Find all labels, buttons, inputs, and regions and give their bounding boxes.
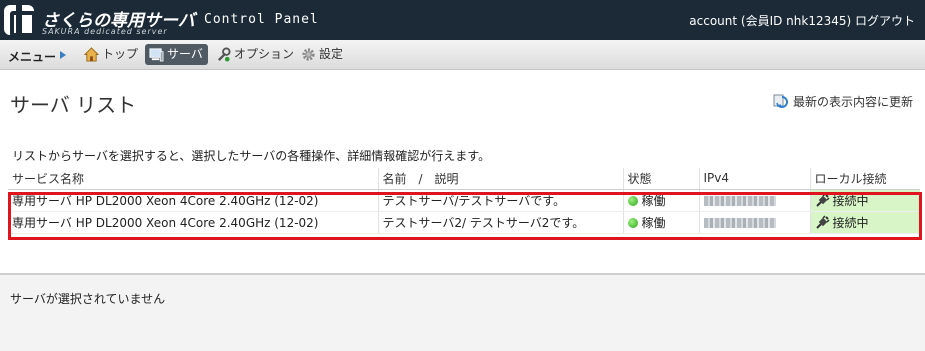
status-label: 稼働: [641, 215, 666, 230]
refresh-label: 最新の表示内容に更新: [792, 95, 913, 109]
status-running-icon: [627, 217, 638, 228]
menu-bar: メニュー トップ サーバ オプション 設定: [0, 40, 925, 70]
menu-arrow-icon: [60, 51, 66, 59]
app-header: さくらの専用サーバ SAKURA dedicated server Contro…: [0, 0, 925, 40]
status-label: 稼働: [641, 193, 666, 208]
column-header-name[interactable]: 名前 / 説明: [378, 168, 624, 190]
ipv4-redacted: [703, 217, 776, 228]
local-connection-label: 接続中: [832, 193, 869, 208]
column-header-service[interactable]: サービス名称: [8, 168, 379, 190]
refresh-button[interactable]: 最新の表示内容に更新: [773, 93, 913, 110]
cell-service: 専用サーバ HP DL2000 Xeon 4Core 2.40GHz (12-0…: [8, 189, 379, 212]
refresh-icon: [773, 94, 788, 108]
logo-subtitle: SAKURA dedicated server: [42, 27, 168, 36]
gear-icon: [302, 48, 315, 61]
column-header-ipv4[interactable]: IPv4: [699, 168, 811, 190]
main-content: サーバ リスト 最新の表示内容に更新 リストからサーバを選択すると、選択したサー…: [0, 71, 925, 273]
cell-name: テストサーバ/テストサーバです。: [378, 189, 624, 212]
cell-status: 稼働: [623, 189, 700, 212]
server-icon: [149, 48, 164, 62]
cell-ipv4: [699, 211, 811, 234]
cell-status: 稼働: [623, 211, 700, 234]
sakura-logo-icon: [4, 5, 36, 37]
cell-local-connection: 接続中: [810, 189, 920, 212]
cell-local-connection: 接続中: [810, 211, 920, 234]
account-logout-link[interactable]: account (会員ID nhk12345) ログアウト: [689, 12, 915, 29]
server-table: サービス名称 名前 / 説明 状態 IPv4 ローカル接続 専用サーバ HP D…: [8, 168, 920, 234]
menu-item-settings[interactable]: 設定: [297, 44, 348, 65]
menu-label: メニュー: [8, 50, 57, 64]
menu-item-label: オプション: [234, 47, 295, 61]
status-running-icon: [627, 195, 638, 206]
menu-item-option[interactable]: オプション: [212, 44, 299, 65]
ipv4-redacted: [703, 195, 776, 206]
menu-item-label: サーバ: [167, 47, 203, 61]
column-header-status[interactable]: 状態: [623, 168, 700, 190]
table-row[interactable]: 専用サーバ HP DL2000 Xeon 4Core 2.40GHz (12-0…: [8, 211, 920, 234]
column-header-local[interactable]: ローカル接続: [810, 168, 920, 190]
menu-item-label: トップ: [102, 47, 139, 61]
menu-item-label: 設定: [319, 47, 344, 61]
cell-ipv4: [699, 189, 811, 212]
cell-service: 専用サーバ HP DL2000 Xeon 4Core 2.40GHz (12-0…: [8, 211, 379, 234]
product-title: Control Panel: [204, 12, 319, 27]
table-row[interactable]: 専用サーバ HP DL2000 Xeon 4Core 2.40GHz (12-0…: [8, 189, 920, 212]
wrench-icon: [217, 47, 231, 62]
no-selection-message: サーバが選択されていません: [10, 292, 166, 306]
menu-item-top[interactable]: トップ: [80, 44, 143, 65]
home-icon: [84, 47, 99, 62]
plug-connected-icon: [815, 192, 830, 207]
local-connection-label: 接続中: [832, 215, 869, 230]
page-title: サーバ リスト: [10, 93, 137, 117]
table-header-row: サービス名称 名前 / 説明 状態 IPv4 ローカル接続: [8, 168, 920, 190]
plug-connected-icon: [815, 214, 830, 229]
detail-panel: サーバが選択されていません: [0, 273, 925, 351]
menu-item-server[interactable]: サーバ: [145, 44, 208, 65]
page-description: リストからサーバを選択すると、選択したサーバの各種操作、詳細情報確認が行えます。: [12, 149, 491, 163]
cell-name: テストサーバ2/ テストサーバ2です。: [378, 211, 624, 234]
